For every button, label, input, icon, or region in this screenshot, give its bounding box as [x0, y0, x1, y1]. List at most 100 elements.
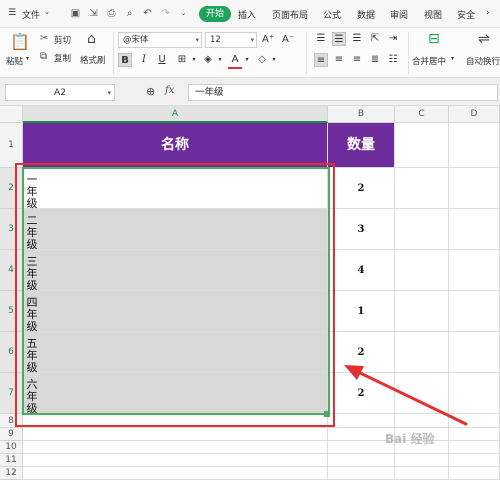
chevron-down-icon[interactable]: ▾	[187, 53, 201, 67]
cell-qty[interactable]: 2	[328, 373, 395, 414]
align-center-icon[interactable]: ≡	[332, 53, 346, 67]
cell[interactable]	[395, 291, 449, 332]
formula-input[interactable]: 一年级	[188, 84, 498, 101]
column-header-d[interactable]: D	[449, 106, 500, 123]
preview-icon[interactable]: ⌕	[124, 8, 135, 19]
italic-button[interactable]: I	[137, 53, 151, 67]
align-right-icon[interactable]: ≡	[350, 53, 364, 67]
cell[interactable]	[449, 291, 500, 332]
merge-center-icon[interactable]: ⊟	[428, 32, 440, 46]
tab-view[interactable]: 视图	[424, 8, 442, 21]
cell[interactable]	[395, 250, 449, 291]
hamburger-icon[interactable]: ☰	[8, 8, 16, 18]
zoom-icon[interactable]: ⊕	[146, 85, 155, 98]
increase-font-button[interactable]: A⁺	[262, 34, 274, 45]
cell[interactable]	[449, 250, 500, 291]
column-header-b[interactable]: B	[328, 106, 395, 123]
wrap-icon[interactable]: ⇥	[386, 32, 400, 46]
cell[interactable]	[449, 454, 500, 467]
cell[interactable]	[449, 414, 500, 428]
font-name-select[interactable]: @宋体 ▾	[118, 32, 202, 48]
cell[interactable]	[23, 467, 328, 480]
align-bottom-icon[interactable]: ☰	[350, 32, 364, 46]
cell[interactable]	[449, 332, 500, 373]
auto-wrap-icon[interactable]: ⇌	[478, 32, 490, 46]
cell[interactable]	[449, 428, 500, 441]
tab-insert[interactable]: 插入	[238, 8, 256, 21]
tab-review[interactable]: 审阅	[390, 8, 408, 21]
cell-qty[interactable]: 1	[328, 291, 395, 332]
cell[interactable]	[395, 414, 449, 428]
column-header-c[interactable]: C	[395, 106, 449, 123]
chevron-down-icon[interactable]: ▾	[267, 53, 281, 67]
file-menu[interactable]: 文件	[22, 8, 40, 21]
align-top-icon[interactable]: ☰	[314, 32, 328, 46]
format-painter-button[interactable]: 格式刷	[80, 54, 106, 66]
row-header[interactable]: 1	[0, 123, 23, 168]
row-header[interactable]: 10	[0, 441, 23, 454]
select-all-corner[interactable]	[0, 106, 23, 123]
justify-icon[interactable]: ≣	[368, 53, 382, 67]
row-header[interactable]: 12	[0, 467, 23, 480]
redo-icon[interactable]: ↷	[160, 8, 171, 19]
clipboard-icon[interactable]: 📋	[10, 34, 30, 50]
cell[interactable]	[395, 168, 449, 209]
header-cell-name[interactable]: 名称	[23, 123, 328, 168]
bold-button[interactable]: B	[118, 53, 132, 67]
cell[interactable]	[23, 441, 328, 454]
cut-button[interactable]: 剪切	[54, 34, 71, 46]
cell[interactable]	[449, 168, 500, 209]
fx-button[interactable]: fx	[165, 85, 174, 96]
cell[interactable]	[395, 332, 449, 373]
cell[interactable]	[395, 209, 449, 250]
cell-qty[interactable]: 2	[328, 332, 395, 373]
undo-icon[interactable]: ↶	[142, 8, 153, 19]
chevron-down-icon[interactable]: ⌄	[44, 8, 50, 16]
cell-qty[interactable]: 3	[328, 209, 395, 250]
paste-button[interactable]: 粘贴	[6, 55, 23, 67]
cell[interactable]	[328, 414, 395, 428]
cell[interactable]	[449, 209, 500, 250]
name-box[interactable]: A2 ▾	[5, 84, 115, 101]
align-middle-icon[interactable]: ☰	[332, 32, 346, 46]
save-icon[interactable]: ▣	[70, 8, 81, 19]
distribute-icon[interactable]: ☷	[386, 53, 400, 67]
text-orientation-icon[interactable]: ⇱	[368, 32, 382, 46]
row-header[interactable]: 11	[0, 454, 23, 467]
decrease-font-button[interactable]: A⁻	[282, 34, 294, 45]
align-left-icon[interactable]: ≡	[314, 53, 328, 67]
header-cell-qty[interactable]: 数量	[328, 123, 395, 168]
tab-home[interactable]: 开始	[199, 6, 231, 22]
tab-formulas[interactable]: 公式	[323, 8, 341, 21]
cell-qty[interactable]: 4	[328, 250, 395, 291]
chevron-down-icon[interactable]: ▾	[240, 53, 254, 67]
cell[interactable]	[449, 373, 500, 414]
chevron-down-icon[interactable]: ▾	[26, 55, 29, 62]
print-icon[interactable]: ⎙	[106, 8, 117, 19]
cell[interactable]	[449, 441, 500, 454]
cell[interactable]	[328, 467, 395, 480]
column-header-a[interactable]: A	[23, 106, 328, 123]
cell[interactable]	[23, 428, 328, 441]
cell[interactable]	[449, 467, 500, 480]
cell[interactable]	[449, 123, 500, 168]
merge-center-button[interactable]: 合并居中	[412, 55, 446, 67]
cell[interactable]	[395, 373, 449, 414]
font-size-select[interactable]: 12 ▾	[205, 32, 257, 48]
row-header[interactable]: 9	[0, 428, 23, 441]
tab-security[interactable]: 安全	[457, 8, 475, 21]
tab-data[interactable]: 数据	[357, 8, 375, 21]
export-icon[interactable]: ⇲	[88, 8, 99, 19]
copy-button[interactable]: 复制	[54, 52, 71, 64]
cell-qty[interactable]: 2	[328, 168, 395, 209]
cell[interactable]	[395, 454, 449, 467]
quick-access-dropdown-icon[interactable]: ⌄	[178, 8, 189, 19]
tab-page-layout[interactable]: 页面布局	[272, 8, 308, 21]
more-tabs-icon[interactable]: ›	[486, 8, 490, 18]
chevron-down-icon[interactable]: ▾	[451, 55, 454, 62]
cell[interactable]	[23, 454, 328, 467]
chevron-down-icon[interactable]: ▾	[213, 53, 227, 67]
format-painter-icon[interactable]: ⌂	[87, 32, 96, 46]
underline-button[interactable]: U	[155, 53, 169, 67]
cell[interactable]	[395, 123, 449, 168]
